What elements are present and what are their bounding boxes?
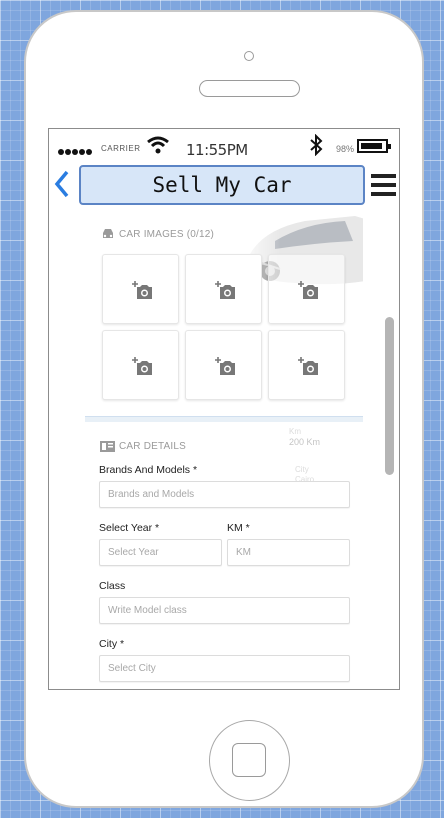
wifi-icon xyxy=(147,136,169,154)
city-label: City * xyxy=(99,638,125,650)
image-slot[interactable] xyxy=(102,330,179,400)
image-slot[interactable] xyxy=(268,330,345,400)
front-camera xyxy=(244,51,254,61)
home-button-icon xyxy=(232,743,266,777)
add-photo-icon xyxy=(132,357,152,375)
car-images-label: CAR IMAGES (0/12) xyxy=(119,229,215,240)
ghost-city-label: City xyxy=(295,465,309,474)
page-title: Sell My Car xyxy=(79,165,365,205)
speaker-grille xyxy=(199,80,300,97)
home-button[interactable] xyxy=(209,720,290,801)
hamburger-menu-icon[interactable] xyxy=(371,174,396,201)
phone-screen: CARRIER 11:55PM 98% Sell My Car CAR IMAG… xyxy=(48,128,400,690)
select-year-field[interactable]: Select Year xyxy=(99,539,222,566)
car-icon xyxy=(103,229,113,238)
section-divider xyxy=(85,416,363,422)
car-details-label: CAR DETAILS xyxy=(119,441,187,452)
year-label: Select Year * xyxy=(99,522,160,534)
battery-percent: 98% xyxy=(336,144,355,154)
add-photo-icon xyxy=(215,281,235,299)
km-field[interactable]: KM xyxy=(227,539,350,566)
ghost-km-label: Km xyxy=(289,427,301,436)
image-slot[interactable] xyxy=(268,254,345,324)
add-photo-icon xyxy=(298,357,318,375)
brands-label: Brands And Models * xyxy=(99,464,198,476)
model-class-field[interactable]: Write Model class xyxy=(99,597,350,624)
status-bar: CARRIER 11:55PM 98% xyxy=(49,129,399,163)
scrollbar[interactable] xyxy=(385,317,394,475)
image-slot[interactable] xyxy=(185,254,262,324)
add-photo-icon xyxy=(298,281,318,299)
form-content: CAR IMAGES (0/12) Km 200 Km City Cairo C… xyxy=(85,213,363,689)
add-photo-icon xyxy=(215,357,235,375)
add-photo-icon xyxy=(132,281,152,299)
details-icon xyxy=(100,441,115,452)
ghost-km-value: 200 Km xyxy=(289,437,321,447)
km-label: KM * xyxy=(227,522,250,534)
back-chevron-icon[interactable] xyxy=(53,169,71,205)
bluetooth-icon xyxy=(309,133,323,162)
signal-icon xyxy=(58,142,93,160)
battery-icon xyxy=(357,139,391,153)
image-slot[interactable] xyxy=(185,330,262,400)
status-time: 11:55PM xyxy=(186,141,248,159)
select-city-field[interactable]: Select City xyxy=(99,655,350,682)
brands-models-field[interactable]: Brands and Models xyxy=(99,481,350,508)
background-ghost-image: Km 200 Km City Cairo xyxy=(285,423,363,533)
carrier-label: CARRIER xyxy=(101,144,141,153)
class-label: Class xyxy=(99,580,126,592)
image-slot[interactable] xyxy=(102,254,179,324)
